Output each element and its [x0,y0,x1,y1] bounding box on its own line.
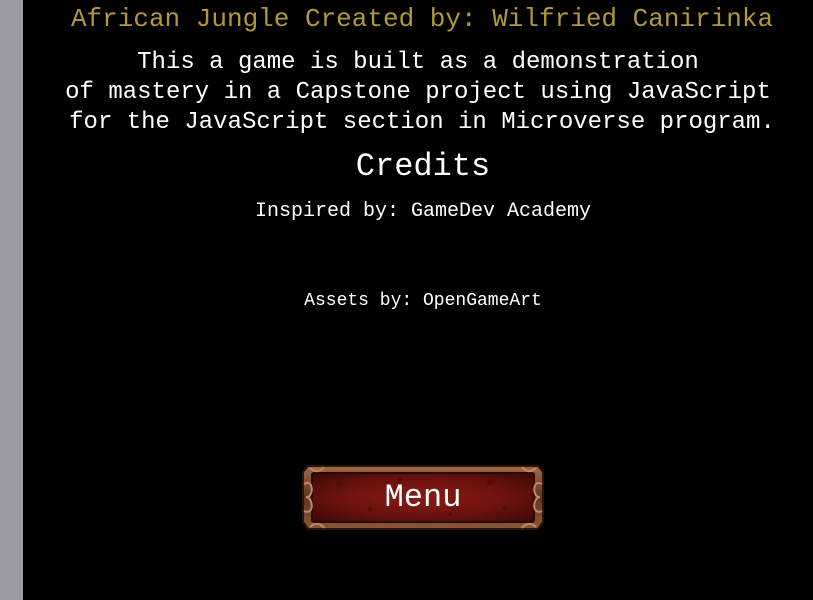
assets-by-credit: Assets by: OpenGameArt [304,291,542,311]
game-title: African Jungle Created by: Wilfried Cani… [70,4,774,34]
menu-button-label: Menu [384,479,462,516]
menu-button[interactable]: Menu [300,464,546,531]
game-screen: African Jungle Created by: Wilfried Cani… [0,0,813,600]
description-line-3: for the JavaScript section in Microverse… [69,109,775,136]
inspired-by-credit: Inspired by: GameDev Academy [254,200,592,223]
description-line-2: of mastery in a Capstone project using J… [65,79,771,106]
description-line-1: This a game is built as a demonstration [137,49,699,76]
credits-heading: Credits [355,148,491,185]
